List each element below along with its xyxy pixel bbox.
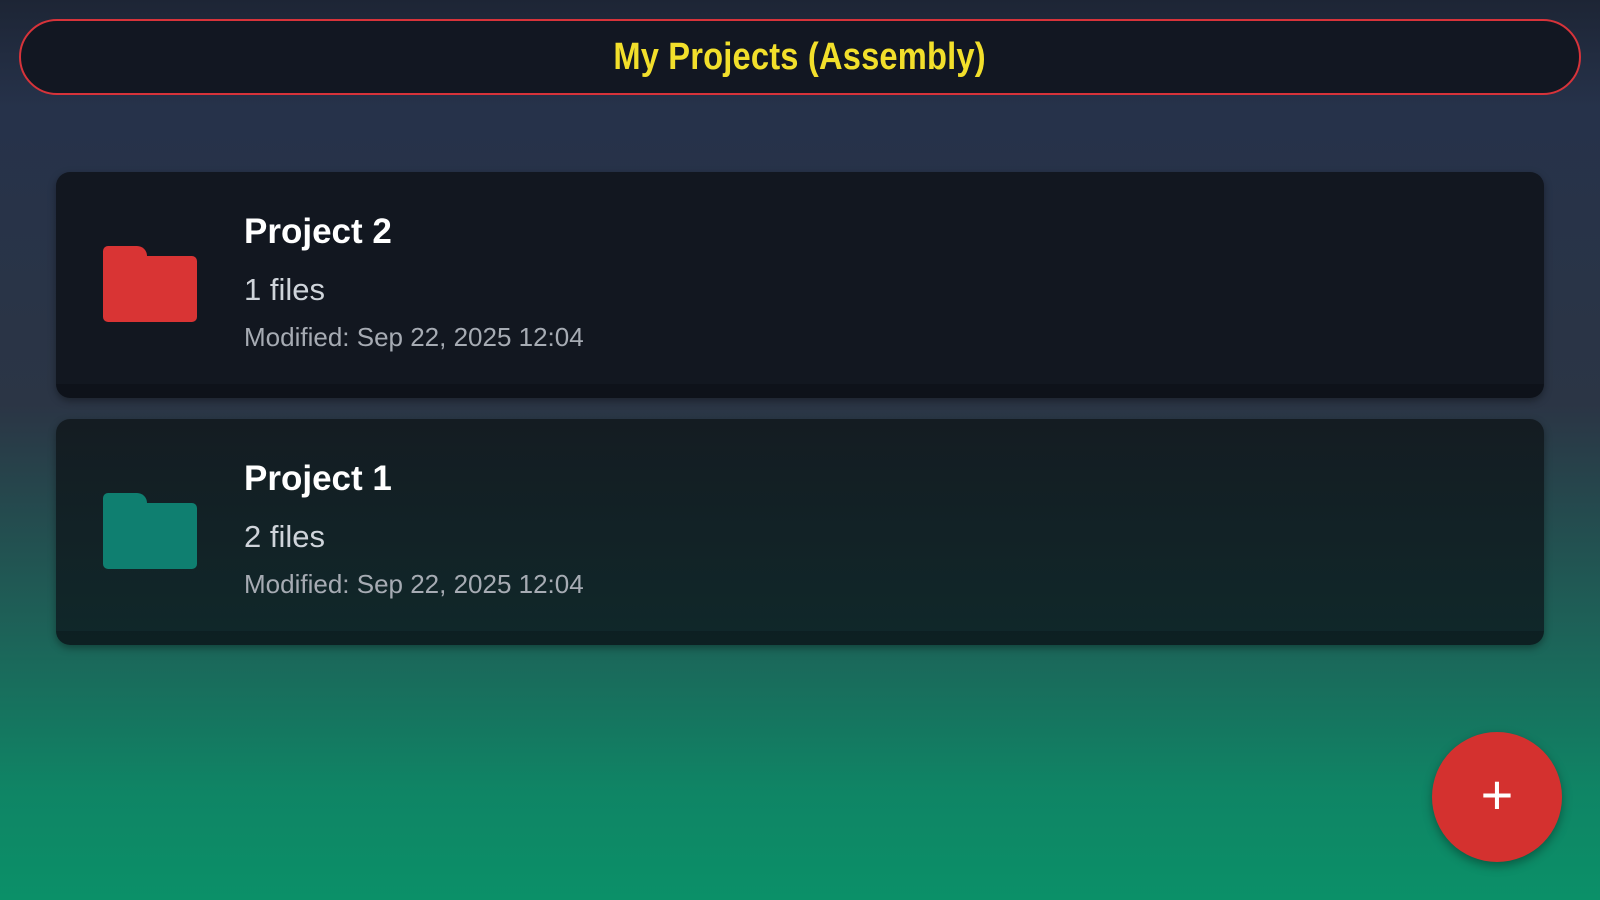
project-modified-date: Modified: Sep 22, 2025 12:04: [244, 322, 584, 352]
project-modified-date: Modified: Sep 22, 2025 12:04: [244, 569, 584, 599]
title-bar: My Projects (Assembly): [19, 19, 1581, 95]
add-project-button[interactable]: +: [1432, 732, 1562, 862]
project-info: Project 2 1 files Modified: Sep 22, 2025…: [244, 212, 584, 352]
project-card[interactable]: Project 1 2 files Modified: Sep 22, 2025…: [56, 419, 1544, 645]
project-name: Project 2: [244, 212, 392, 251]
project-file-count: 1 files: [244, 272, 325, 307]
page-title: My Projects (Assembly): [613, 35, 987, 78]
folder-icon: [103, 246, 197, 322]
plus-icon: +: [1480, 763, 1514, 826]
folder-body: [103, 503, 197, 569]
project-name: Project 1: [244, 459, 392, 498]
card-shadow: [56, 631, 1544, 645]
project-file-count: 2 files: [244, 519, 325, 554]
project-info: Project 1 2 files Modified: Sep 22, 2025…: [244, 459, 584, 599]
folder-icon: [103, 493, 197, 569]
folder-body: [103, 256, 197, 322]
project-card[interactable]: Project 2 1 files Modified: Sep 22, 2025…: [56, 172, 1544, 398]
project-list: Project 2 1 files Modified: Sep 22, 2025…: [56, 172, 1544, 666]
card-shadow: [56, 384, 1544, 398]
